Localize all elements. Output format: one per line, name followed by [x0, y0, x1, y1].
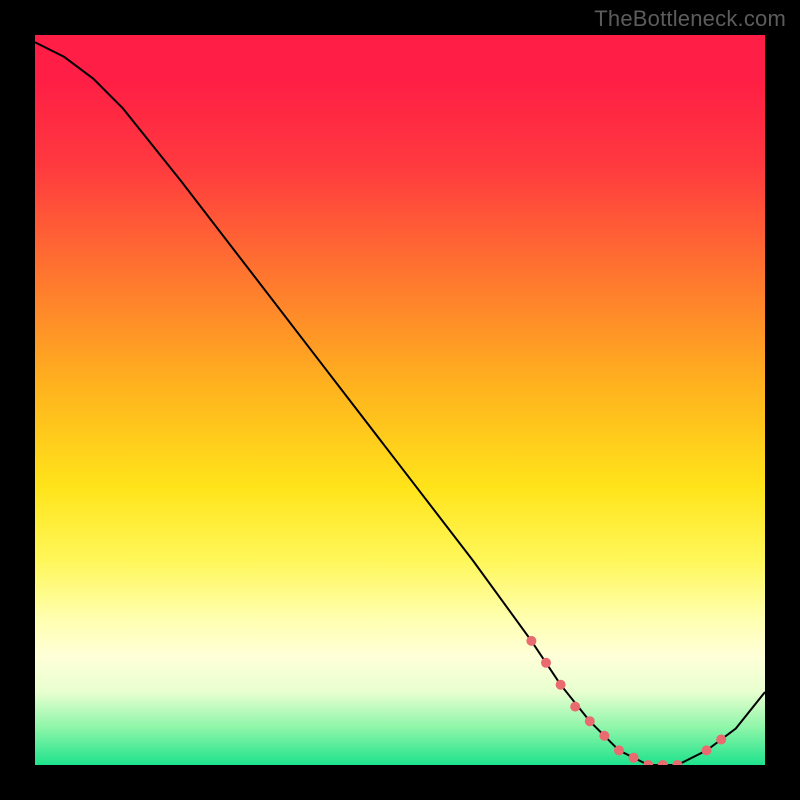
bottleneck-curve [35, 42, 765, 765]
marker-dot [526, 636, 536, 646]
marker-dot [585, 716, 595, 726]
marker-dot [629, 753, 639, 763]
marker-dot [643, 760, 653, 765]
marker-dot [541, 658, 551, 668]
marker-dot [570, 702, 580, 712]
curve-svg [35, 35, 765, 765]
marker-dot [614, 745, 624, 755]
marker-dot [599, 731, 609, 741]
marker-dot [556, 680, 566, 690]
watermark-text: TheBottleneck.com [594, 6, 786, 32]
marker-dot [672, 760, 682, 765]
marker-dot [716, 735, 726, 745]
marker-dot [702, 745, 712, 755]
plot-area [35, 35, 765, 765]
marker-group [526, 636, 726, 765]
marker-dot [658, 760, 668, 765]
